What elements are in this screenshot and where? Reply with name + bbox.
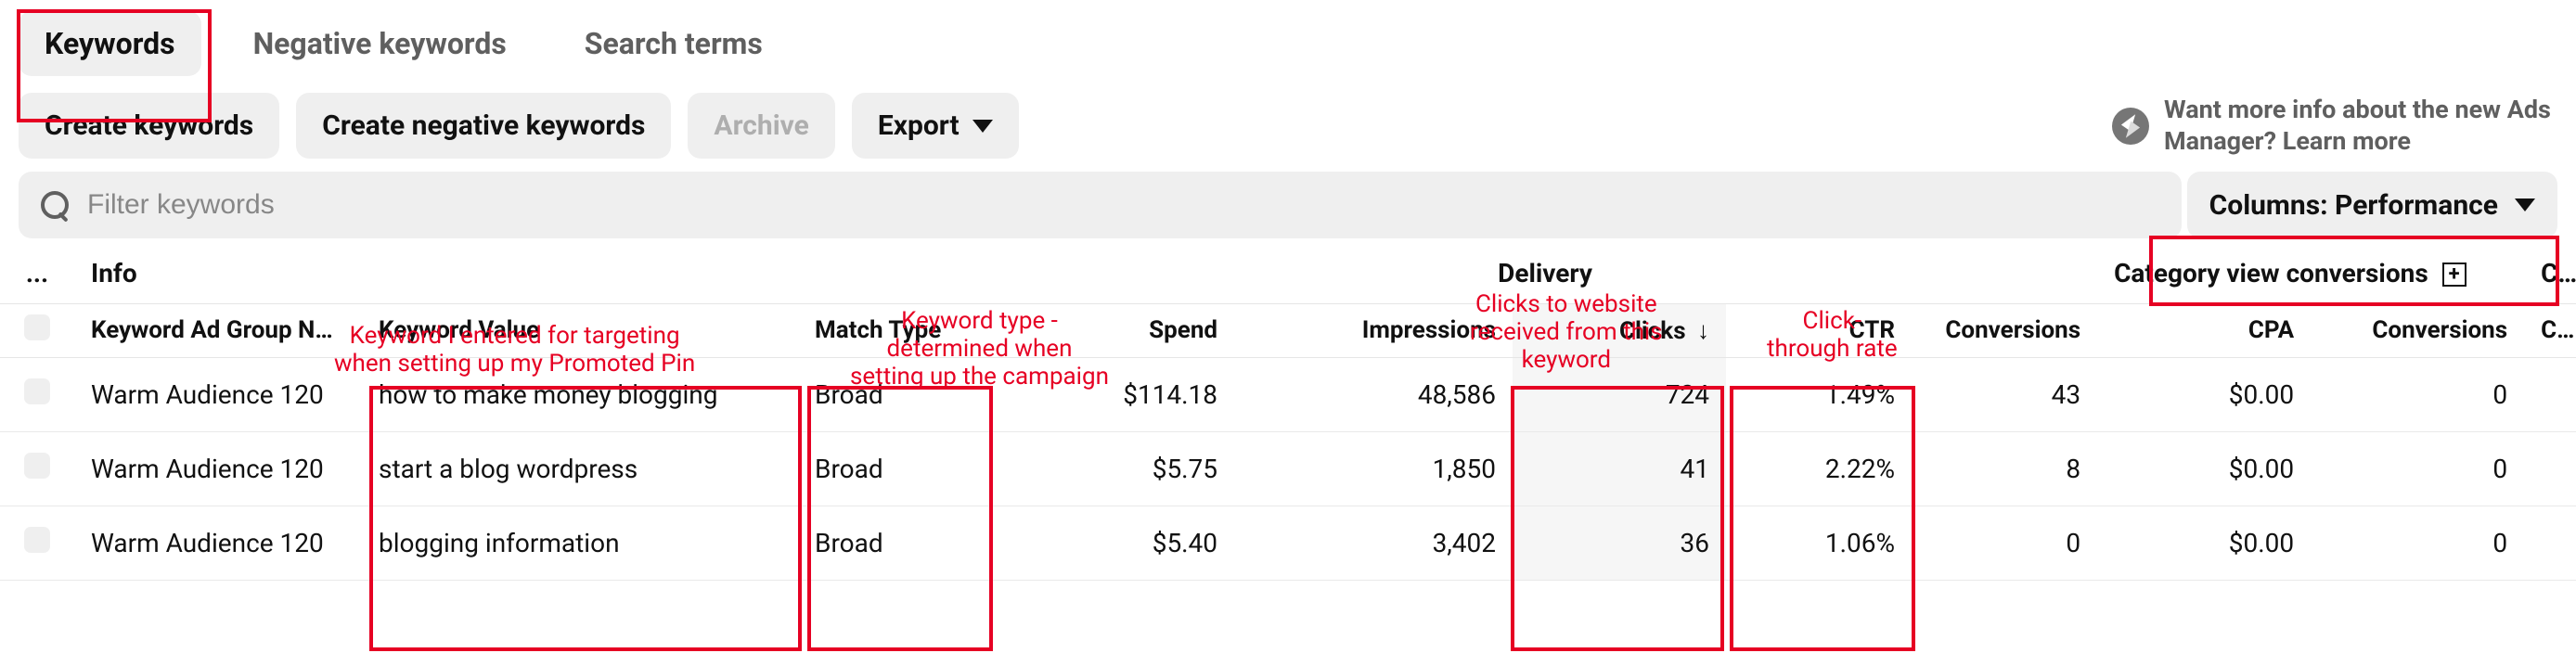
- cell-keyword-value: how to make money blogging: [362, 357, 798, 431]
- table-row[interactable]: Warm Audience 120start a blog wordpressB…: [0, 431, 2576, 506]
- cell-clicks: 36: [1513, 506, 1726, 580]
- col-clicks-label: Clicks: [1619, 317, 1686, 345]
- col-ad-group[interactable]: Keyword Ad Group Nam: [74, 303, 362, 357]
- checkbox-icon: [24, 314, 50, 340]
- cell-impressions: 48,586: [1234, 357, 1513, 431]
- cell-cpa: $0.00: [2097, 506, 2311, 580]
- cell-conversions: 43: [1912, 357, 2097, 431]
- col-cpa[interactable]: CPA: [2097, 303, 2311, 357]
- actions-row: Create keywords Create negative keywords…: [0, 89, 2576, 172]
- cell-conversions-2: 0: [2311, 506, 2524, 580]
- info-cta-text: Want more info about the new Ads Manager…: [2164, 95, 2557, 158]
- cell-match-type: Broad: [798, 506, 993, 580]
- cell-ad-group: Warm Audience 120: [74, 357, 362, 431]
- cell-spend: $114.18: [993, 357, 1234, 431]
- group-header-category-view: Category view conversions +: [2097, 244, 2524, 303]
- cell-clicks: 41: [1513, 431, 1726, 506]
- cell-conversions: 8: [1912, 431, 2097, 506]
- archive-button[interactable]: Archive: [688, 93, 834, 159]
- cell-ctr: 2.22%: [1726, 431, 1912, 506]
- checkbox-icon: [24, 527, 50, 553]
- col-spend[interactable]: Spend: [993, 303, 1234, 357]
- row-actions-header[interactable]: ...: [0, 244, 74, 303]
- cell-conversions-2: 0: [2311, 357, 2524, 431]
- row-checkbox[interactable]: [0, 506, 74, 580]
- checkbox-icon: [24, 378, 50, 404]
- cell-ad-group: Warm Audience 120: [74, 431, 362, 506]
- export-button[interactable]: Export: [852, 93, 1019, 159]
- table-row[interactable]: Warm Audience 120how to make money blogg…: [0, 357, 2576, 431]
- table-group-header-row: ... Info Delivery Category view conversi…: [0, 244, 2576, 303]
- row-checkbox[interactable]: [0, 357, 74, 431]
- compass-icon: [2112, 108, 2149, 145]
- create-keywords-button[interactable]: Create keywords: [19, 93, 279, 159]
- filter-keywords-input[interactable]: [87, 189, 2159, 221]
- cell-ctr: 1.06%: [1726, 506, 1912, 580]
- col-clicks[interactable]: Clicks ↓: [1513, 303, 1726, 357]
- col-match-type[interactable]: Match Type: [798, 303, 993, 357]
- cell-match-type: Broad: [798, 431, 993, 506]
- cell-keyword-value: start a blog wordpress: [362, 431, 798, 506]
- select-all-header[interactable]: [0, 303, 74, 357]
- tab-search-terms[interactable]: Search terms: [559, 11, 789, 76]
- cell-conversions: 0: [1912, 506, 2097, 580]
- chevron-down-icon: [972, 120, 993, 133]
- cell-clicks: 724: [1513, 357, 1726, 431]
- cell-spend: $5.40: [993, 506, 1234, 580]
- col-cpa-2[interactable]: CPA: [2524, 303, 2576, 357]
- cell-cpa: $0.00: [2097, 357, 2311, 431]
- cell-impressions: 3,402: [1234, 506, 1513, 580]
- export-label: Export: [878, 109, 960, 142]
- keywords-table-wrap: ... Info Delivery Category view conversi…: [0, 244, 2576, 581]
- cell-cpa-2: [2524, 357, 2576, 431]
- columns-selector-label: Columns: Performance: [2209, 189, 2498, 222]
- table-row[interactable]: Warm Audience 120blogging informationBro…: [0, 506, 2576, 580]
- cell-spend: $5.75: [993, 431, 1234, 506]
- expand-icon[interactable]: +: [2442, 262, 2467, 287]
- group-header-delivery: Delivery: [993, 244, 2097, 303]
- create-negative-keywords-button[interactable]: Create negative keywords: [296, 93, 671, 159]
- sort-descending-icon: ↓: [1697, 316, 1709, 345]
- filter-bar: Columns: Performance: [19, 172, 2557, 238]
- group-header-category-view-label: Category view conversions: [2114, 258, 2428, 288]
- table-column-header-row: Keyword Ad Group Nam Keyword Value Match…: [0, 303, 2576, 357]
- keywords-table: ... Info Delivery Category view conversi…: [0, 244, 2576, 581]
- ads-manager-info-link[interactable]: Want more info about the new Ads Manager…: [2112, 95, 2557, 158]
- search-icon: [41, 191, 69, 219]
- filter-input-wrap[interactable]: [19, 172, 2182, 238]
- col-impressions[interactable]: Impressions: [1234, 303, 1513, 357]
- cell-ad-group: Warm Audience 120: [74, 506, 362, 580]
- columns-selector-button[interactable]: Columns: Performance: [2187, 172, 2557, 238]
- checkbox-icon: [24, 453, 50, 479]
- cell-cpa: $0.00: [2097, 431, 2311, 506]
- row-checkbox[interactable]: [0, 431, 74, 506]
- col-conversions-2[interactable]: Conversions: [2311, 303, 2524, 357]
- cell-impressions: 1,850: [1234, 431, 1513, 506]
- col-ctr[interactable]: CTR: [1726, 303, 1912, 357]
- col-conversions[interactable]: Conversions: [1912, 303, 2097, 357]
- cell-cpa-2: [2524, 431, 2576, 506]
- tab-negative-keywords[interactable]: Negative keywords: [227, 11, 533, 76]
- group-header-checkout: Chec: [2524, 244, 2576, 303]
- cell-cpa-2: [2524, 506, 2576, 580]
- chevron-down-icon: [2515, 198, 2535, 211]
- tab-keywords[interactable]: Keywords: [19, 11, 201, 76]
- cell-conversions-2: 0: [2311, 431, 2524, 506]
- cell-keyword-value: blogging information: [362, 506, 798, 580]
- group-header-info: Info: [74, 244, 993, 303]
- tabs-row: Keywords Negative keywords Search terms: [0, 0, 2576, 89]
- col-keyword-value[interactable]: Keyword Value: [362, 303, 798, 357]
- cell-ctr: 1.49%: [1726, 357, 1912, 431]
- cell-match-type: Broad: [798, 357, 993, 431]
